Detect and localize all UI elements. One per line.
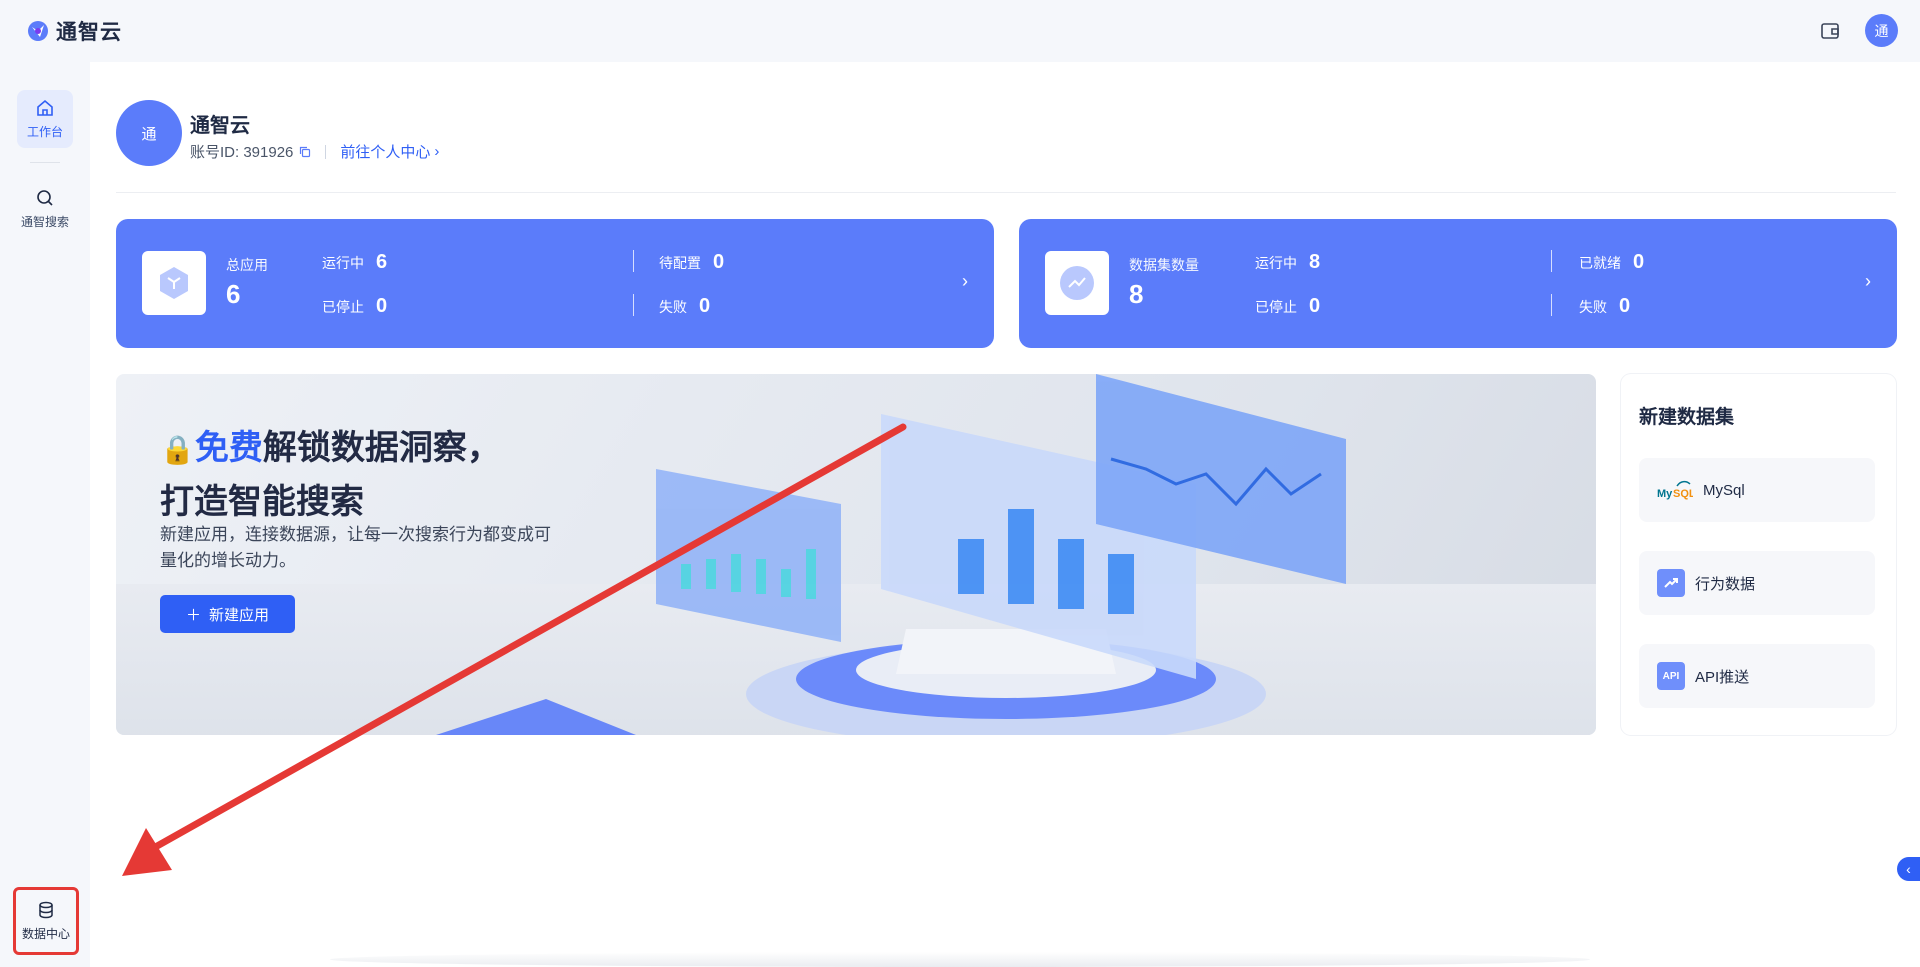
metric-value: 6	[376, 251, 388, 273]
mysql-icon: My SQL	[1657, 480, 1693, 500]
wallet-icon[interactable]	[1819, 20, 1841, 42]
dataset-option-label: 行为数据	[1695, 575, 1756, 593]
chevron-right-icon: ›	[434, 143, 440, 160]
promo-banner: 🔒免费解锁数据洞察， 打造智能搜索 新建应用，连接数据源，让每一次搜索行为都变成…	[116, 374, 1596, 735]
sidebar-divider	[30, 162, 60, 163]
metric-divider	[1551, 294, 1552, 316]
trend-circle-icon	[1060, 266, 1094, 300]
banner-subtext: 新建应用，连接数据源，让每一次搜索行为都变成可量化的增长动力。	[160, 525, 551, 570]
dataset-option-mysql[interactable]: My SQL MySql	[1639, 458, 1875, 522]
headline-rest: 解锁数据洞察，	[262, 429, 501, 467]
stat-label: 总应用	[226, 257, 268, 273]
dataset-stats-card[interactable]: 数据集数量 8 运行中 8 已停止 0 已就绪 0 失败 0 ›	[1019, 219, 1897, 348]
metric-label: 运行中	[322, 254, 364, 271]
app-stats-card[interactable]: 总应用 6 运行中 6 已停止 0 待配置 0 失败 0 ›	[116, 219, 994, 348]
metric-divider	[1551, 250, 1552, 272]
new-app-button[interactable]: ＋ 新建应用	[160, 595, 295, 633]
account-id: 账号ID: 391926	[190, 144, 294, 161]
new-dataset-panel: 新建数据集 My SQL MySql 行为数据 API API推送	[1621, 374, 1896, 735]
home-icon	[37, 99, 53, 116]
account-id-row: 账号ID: 391926 前往个人中心 ›	[190, 141, 439, 162]
trend-icon	[1657, 569, 1685, 597]
metric-divider	[633, 294, 634, 316]
metric-label: 已停止	[322, 298, 364, 315]
api-icon: API	[1657, 662, 1685, 690]
personal-center-label: 前往个人中心	[340, 144, 431, 161]
dataset-option-behavior[interactable]: 行为数据	[1639, 551, 1875, 615]
stat-total: 6	[226, 279, 241, 309]
app-logo[interactable]: 通智云	[26, 16, 122, 46]
new-dataset-title: 新建数据集	[1639, 407, 1735, 428]
lock-icon: 🔒	[160, 434, 195, 465]
metric-value: 0	[713, 251, 725, 273]
headline-highlight: 免费	[194, 429, 263, 467]
metric-value: 0	[1309, 295, 1321, 317]
profile-avatar: 通	[116, 100, 182, 166]
metric-value: 0	[1633, 251, 1645, 273]
logo-icon	[28, 21, 48, 41]
svg-text:SQL: SQL	[1673, 488, 1693, 500]
metric-value: 0	[1619, 295, 1631, 317]
chevron-right-icon[interactable]: ›	[1865, 271, 1871, 292]
sidebar-item-search[interactable]: 通智搜索	[17, 180, 73, 238]
cube-icon	[160, 267, 188, 299]
plus-icon: ＋	[185, 606, 201, 624]
sidebar-item-label: 通智搜索	[20, 215, 69, 229]
stat-label: 数据集数量	[1129, 257, 1199, 273]
app-title: 通智云	[56, 21, 122, 44]
stat-total: 8	[1129, 279, 1144, 309]
chevron-right-icon[interactable]: ›	[962, 271, 968, 292]
collapse-toggle-button[interactable]: ‹	[1897, 857, 1920, 881]
metric-failed: 失败 0	[1579, 295, 1630, 318]
metric-running: 运行中 6	[322, 251, 387, 274]
top-bar: 通智云 通	[0, 0, 1920, 62]
database-icon	[39, 901, 53, 919]
metric-value: 0	[376, 295, 388, 317]
personal-center-link[interactable]: 前往个人中心 ›	[340, 141, 439, 162]
new-app-label: 新建应用	[209, 606, 270, 624]
bottom-shadow	[330, 952, 1590, 967]
metric-value: 0	[699, 295, 711, 317]
metric-failed: 失败 0	[659, 295, 710, 318]
dataset-option-api[interactable]: API API推送	[1639, 644, 1875, 708]
sidebar-item-label: 数据中心	[21, 927, 70, 941]
metric-label: 已停止	[1255, 298, 1297, 315]
metric-ready: 已就绪 0	[1579, 251, 1644, 274]
metric-stopped: 已停止 0	[1255, 295, 1320, 318]
app-tile	[142, 251, 206, 315]
dataset-option-label: MySql	[1703, 481, 1745, 499]
metric-label: 失败	[1579, 298, 1607, 315]
metric-divider	[633, 250, 634, 272]
profile-name: 通智云	[190, 115, 250, 137]
metric-label: 运行中	[1255, 254, 1297, 271]
sidebar-item-label: 工作台	[26, 125, 63, 139]
id-separator	[325, 144, 327, 159]
metric-value: 8	[1309, 251, 1321, 273]
metric-label: 待配置	[659, 254, 701, 271]
dataset-option-label: API推送	[1695, 668, 1750, 686]
user-avatar[interactable]: 通	[1865, 14, 1898, 47]
svg-text:My: My	[1657, 488, 1673, 500]
banner-headline: 🔒免费解锁数据洞察， 打造智能搜索	[160, 422, 501, 528]
metric-pending: 待配置 0	[659, 251, 724, 274]
metric-label: 失败	[659, 298, 687, 315]
copy-icon[interactable]	[299, 146, 311, 158]
divider	[116, 192, 1896, 193]
sidebar-item-workbench[interactable]: 工作台	[17, 90, 73, 148]
dataset-tile	[1045, 251, 1109, 315]
metric-running: 运行中 8	[1255, 251, 1320, 274]
metric-label: 已就绪	[1579, 254, 1621, 271]
metric-stopped: 已停止 0	[322, 295, 387, 318]
headline-line2: 打造智能搜索	[160, 483, 364, 521]
sidebar: 工作台 通智搜索 数据中心	[0, 62, 90, 967]
sidebar-item-data-center[interactable]: 数据中心	[13, 887, 79, 955]
search-icon	[37, 190, 53, 206]
